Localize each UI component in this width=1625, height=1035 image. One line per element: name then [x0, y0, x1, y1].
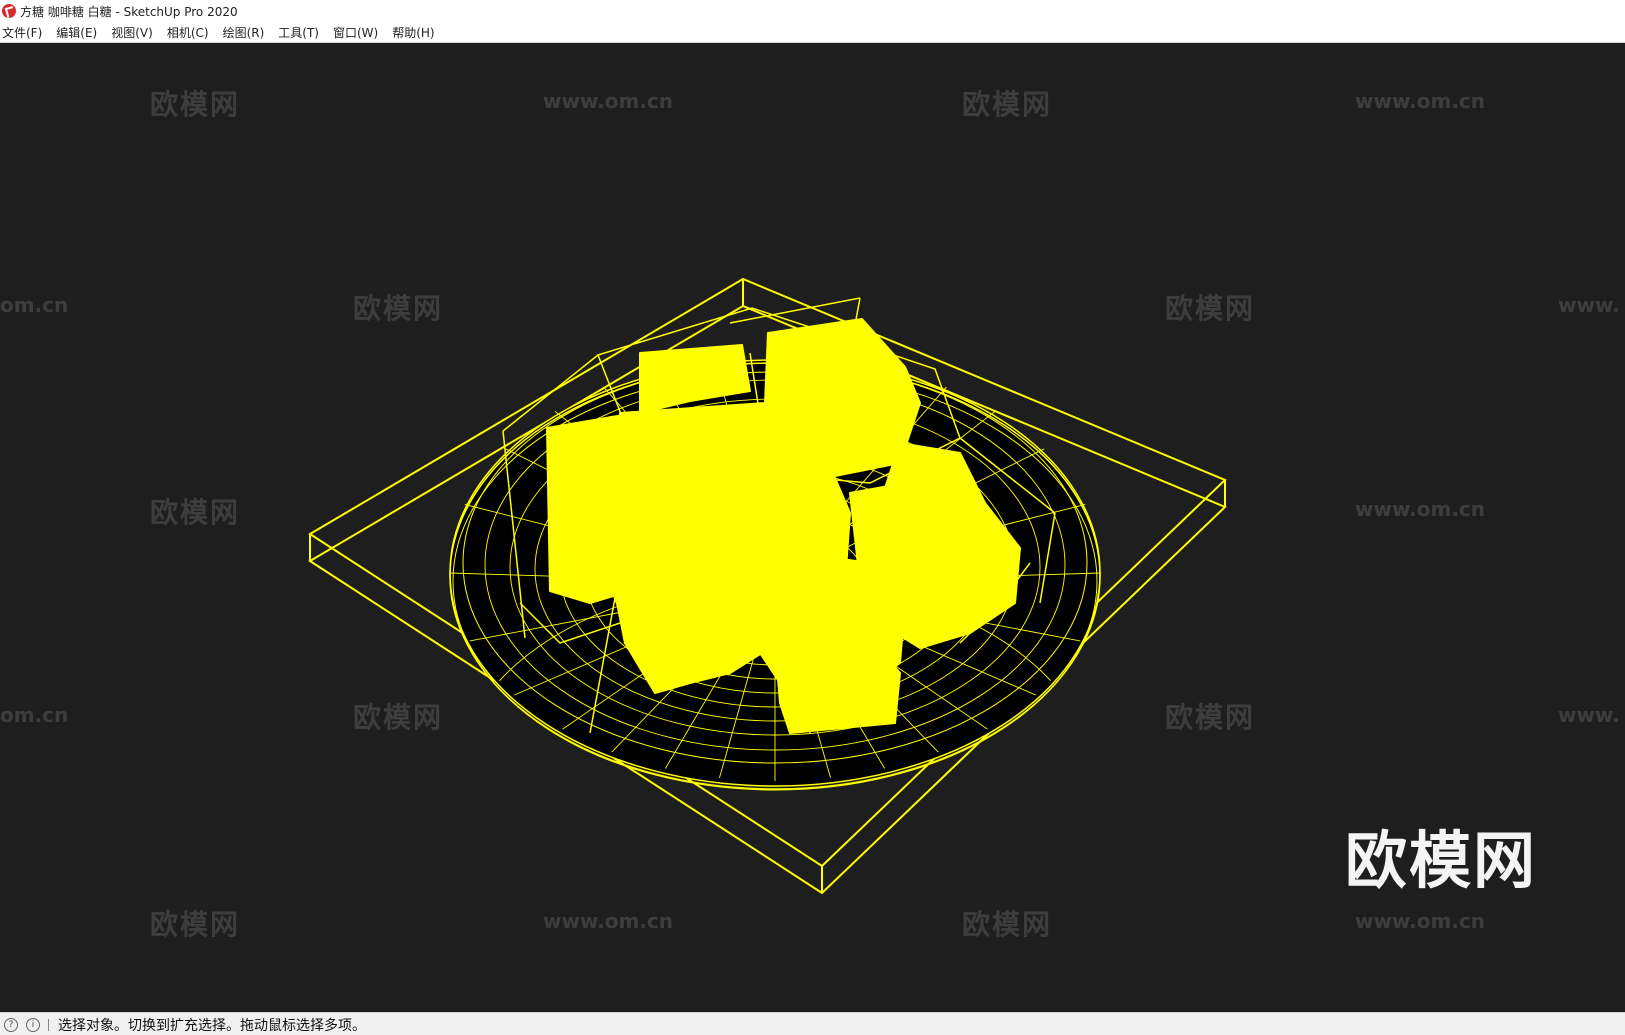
title-bar: 方糖 咖啡糖 白糖 - SketchUp Pro 2020: [0, 0, 1625, 22]
help-icon[interactable]: ?: [4, 1017, 18, 1032]
sketchup-app-icon: [2, 4, 16, 18]
menu-camera[interactable]: 相机(C): [165, 24, 216, 41]
model-viewport[interactable]: 欧模网 www.om.cn 欧模网 www.om.cn om.cn 欧模网 欧模…: [0, 43, 1625, 1012]
status-bar: ? i 选择对象。切换到扩充选择。拖动鼠标选择多项。: [0, 1012, 1625, 1035]
menu-help[interactable]: 帮助(H): [390, 24, 441, 41]
status-message: 选择对象。切换到扩充选择。拖动鼠标选择多项。: [58, 1017, 366, 1034]
menu-draw[interactable]: 绘图(R): [221, 24, 272, 41]
info-icon[interactable]: i: [26, 1017, 40, 1032]
menu-window[interactable]: 窗口(W): [331, 24, 385, 41]
window-title: 方糖 咖啡糖 白糖 - SketchUp Pro 2020: [20, 4, 238, 19]
watermark-logo: 欧模网: [1344, 824, 1537, 897]
status-separator: [48, 1018, 49, 1031]
menu-edit[interactable]: 编辑(E): [54, 24, 104, 41]
menu-tools[interactable]: 工具(T): [276, 24, 326, 41]
menu-file[interactable]: 文件(F): [0, 24, 49, 41]
menu-bar: 文件(F) 编辑(E) 视图(V) 相机(C) 绘图(R) 工具(T) 窗口(W…: [0, 22, 1625, 43]
sketchup-window: 方糖 咖啡糖 白糖 - SketchUp Pro 2020 文件(F) 编辑(E…: [0, 0, 1625, 1035]
menu-view[interactable]: 视图(V): [109, 24, 160, 41]
